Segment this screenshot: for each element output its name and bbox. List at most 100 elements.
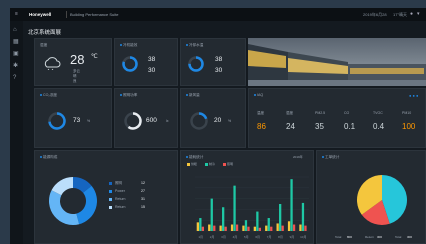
chiller-ring xyxy=(122,56,138,72)
bar xyxy=(247,226,250,231)
divider xyxy=(66,11,67,18)
temperature-unit: ℃ xyxy=(91,54,98,60)
pie-label: Total xyxy=(395,235,402,239)
sidebar-lock-icon[interactable]: ▣ xyxy=(13,51,19,57)
donut-legend-value: 15 xyxy=(141,205,145,209)
brand-logo: Honeywell xyxy=(29,12,52,17)
weather-card-title: 湿度 xyxy=(40,43,48,47)
donut-legend-label: Power xyxy=(115,189,125,193)
bar xyxy=(270,226,273,231)
air-ring xyxy=(190,112,208,130)
bar-card-subtitle: 2019年 xyxy=(293,155,303,159)
work-order-card[interactable]: 工单统计 Total 800 Return 300 Total 300 xyxy=(316,150,426,244)
status-dot xyxy=(186,156,188,159)
bar xyxy=(233,185,236,231)
pie-label: Return xyxy=(365,235,375,239)
metric-value: 0.1 xyxy=(344,122,356,131)
light-value: 600 xyxy=(146,117,157,124)
bar xyxy=(230,224,234,231)
donut-legend-label: Return xyxy=(115,205,126,209)
metric-label: PM2.5 xyxy=(315,111,326,115)
donut-legend-value: 12 xyxy=(141,181,145,185)
light-card-title: 照明功率 xyxy=(123,93,138,97)
bar xyxy=(244,220,248,231)
sidebar-dashboard-icon[interactable]: ▦ xyxy=(13,39,19,45)
bar xyxy=(199,218,202,231)
chiller-value-2: 30 xyxy=(148,67,156,74)
sidebar-help-icon[interactable]: ? xyxy=(13,75,16,81)
weather-status: 17°晴天 xyxy=(393,12,408,17)
app-title: Building Performance Suite xyxy=(70,12,119,17)
weather-card[interactable]: 湿度 28 ℃ 多云 晴 良 xyxy=(34,38,112,86)
bar xyxy=(304,225,307,231)
chiller-value-1: 38 xyxy=(148,56,156,63)
energy-bar-card[interactable]: 能耗统计 2019年 供暖 制冷 照明 1月 2月 3月 4月 5月 6月 7月 8月 9月 10月 xyxy=(180,150,314,244)
bar xyxy=(224,226,227,231)
energy-donut-chart xyxy=(49,177,97,225)
legend-swatch xyxy=(109,198,112,201)
weather-line-3: 良 xyxy=(73,79,77,83)
donut-legend-label: Return xyxy=(115,197,126,201)
water-temp-card[interactable]: 冷却水温 38 30 xyxy=(180,38,246,86)
bar-legend-label: 制冷 xyxy=(209,162,216,166)
bar xyxy=(210,198,213,231)
x-tick-label: 7月 xyxy=(267,235,272,239)
status-dot xyxy=(254,94,256,97)
x-tick-label: 9月 xyxy=(290,235,295,239)
bar xyxy=(196,222,199,231)
metric-value: 86 xyxy=(257,122,266,131)
bar xyxy=(201,226,205,231)
metric-value: 35 xyxy=(315,122,324,131)
donut-legend-value: 27 xyxy=(141,189,145,193)
bar xyxy=(299,224,302,231)
bar xyxy=(222,207,225,231)
water-card-title: 冷却水温 xyxy=(189,43,204,47)
legend-swatch xyxy=(187,163,190,166)
pie-value: 800 xyxy=(347,235,353,239)
legend-swatch xyxy=(109,190,112,193)
x-tick-label: 2月 xyxy=(210,235,215,239)
settings-icon[interactable]: ▾ xyxy=(417,11,420,17)
building-photo xyxy=(248,38,426,86)
air-value: 20 xyxy=(214,117,222,124)
chiller-card[interactable]: 冷机能效 38 30 xyxy=(114,38,178,86)
bar xyxy=(256,211,259,231)
metrics-card[interactable]: IAQ ● ● ● 温度 86 湿度 24 PM2.5 35 CO 0.1 TVOC 0.4 PM1… xyxy=(248,88,426,148)
bar-legend-label: 供暖 xyxy=(191,162,198,166)
energy-donut-card[interactable]: 能源构成 照明 12 Power 27 Return 31 Return 15 xyxy=(34,150,178,244)
sidebar-home-icon[interactable]: ⌂ xyxy=(13,27,17,33)
status-dot xyxy=(322,156,324,159)
co2-card-title: CO₂浓度 xyxy=(43,93,57,97)
x-tick-label: 6月 xyxy=(255,235,260,239)
temperature-value: 28 xyxy=(70,52,85,67)
bar-legend-label: 照明 xyxy=(227,162,234,166)
user-icon[interactable]: ● xyxy=(410,11,413,17)
legend-swatch xyxy=(223,163,226,166)
status-dot xyxy=(120,94,122,97)
dashboard-window: ≡ Honeywell Building Performance Suite 2… xyxy=(10,8,426,244)
x-tick-label: 4月 xyxy=(233,235,238,239)
bar xyxy=(292,224,296,231)
legend-swatch xyxy=(109,182,112,185)
status-dot xyxy=(40,156,42,159)
co2-card[interactable]: CO₂浓度 73 % xyxy=(34,88,112,148)
light-unit: lx xyxy=(166,119,169,123)
air-card[interactable]: 新风量 20 % xyxy=(180,88,246,148)
water-value-1: 38 xyxy=(215,56,223,63)
metric-label: 湿度 xyxy=(286,111,293,115)
legend-swatch xyxy=(205,163,208,166)
bar xyxy=(281,225,284,231)
co2-value: 73 xyxy=(73,117,81,124)
cloud-icon xyxy=(44,57,61,70)
air-unit: % xyxy=(228,119,232,123)
light-card[interactable]: 照明功率 600 lx xyxy=(114,88,178,148)
sidebar-gear-icon[interactable]: ✱ xyxy=(13,63,18,69)
bar xyxy=(276,223,279,231)
air-card-title: 新风量 xyxy=(189,93,200,97)
legend-dots-icon: ● ● ● xyxy=(409,93,419,98)
donut-card-title: 能源构成 xyxy=(43,155,58,159)
menu-icon[interactable]: ≡ xyxy=(15,11,18,17)
metric-label: TVOC xyxy=(373,111,383,115)
pie-label: Total xyxy=(335,235,342,239)
status-dot xyxy=(40,94,42,97)
